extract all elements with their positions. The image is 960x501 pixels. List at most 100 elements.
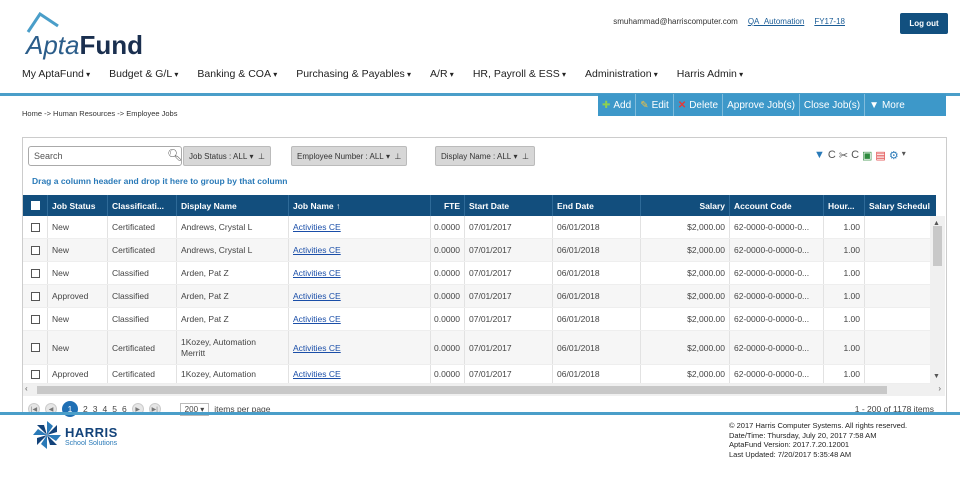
pencil-icon: ✎ (640, 99, 649, 111)
nav-harris-admin[interactable]: Harris Admin (677, 68, 743, 80)
approve-jobs-button[interactable]: Approve Job(s) (723, 94, 800, 116)
table-row[interactable]: Approved Certificated 1Kozey, Automation Ac… (23, 365, 936, 384)
excel-icon[interactable]: ▣ (862, 149, 872, 162)
aptafund-logo[interactable]: AptaFund (22, 12, 152, 60)
cell-hours: 1.00 (824, 216, 865, 238)
fiscal-year-link[interactable]: FY17-18 (814, 17, 845, 26)
col-fte[interactable]: FTE (431, 195, 465, 216)
col-hours[interactable]: Hour... (824, 195, 865, 216)
table-row[interactable]: New Classified Arden, Pat Z Activities CE 0.… (23, 308, 936, 331)
cell-end: 06/01/2018 (553, 308, 641, 330)
cell-salary: $2,000.00 (641, 308, 730, 330)
job-name-link[interactable]: Activities CE (293, 291, 341, 301)
datetime: Date/Time: Thursday, July 20, 2017 7:58 … (729, 430, 877, 440)
wrench-icon[interactable]: ✂ (839, 149, 848, 162)
cell-start: 07/01/2017 (465, 285, 553, 307)
nav-my-aptafund[interactable]: My AptaFund (22, 68, 90, 80)
more-button[interactable]: ▼ More (865, 94, 909, 116)
vertical-scrollbar[interactable]: ▲ ▼ (930, 216, 945, 384)
cell-name: Andrews, Crystal L (177, 216, 289, 238)
nav-budget-gl[interactable]: Budget & G/L (109, 68, 178, 80)
job-name-link[interactable]: Activities CE (293, 369, 341, 379)
filter-employee-number[interactable]: Employee Number : ALL ▾ ⊥ (291, 146, 408, 166)
cell-select (23, 216, 48, 238)
scroll-thumb[interactable] (933, 226, 942, 266)
cell-end: 06/01/2018 (553, 365, 641, 383)
user-info: smuhammad@harriscomputer.com QA_Automati… (613, 17, 845, 26)
row-checkbox[interactable] (30, 343, 40, 352)
cell-job: Activities CE (289, 239, 431, 261)
col-salary[interactable]: Salary (641, 195, 730, 216)
select-all-checkbox[interactable] (23, 195, 48, 216)
nav-hr-payroll[interactable]: HR, Payroll & ESS (473, 68, 566, 80)
pdf-icon[interactable]: ▤ (875, 149, 885, 162)
col-job-name[interactable]: Job Name ↑ (289, 195, 431, 216)
job-name-link[interactable]: Activities CE (293, 245, 341, 255)
row-checkbox[interactable] (30, 291, 40, 301)
cell-status: New (48, 216, 108, 238)
row-checkbox[interactable] (30, 314, 40, 324)
edit-button[interactable]: ✎ Edit (636, 94, 674, 116)
pin-icon[interactable]: ⊥ (258, 152, 265, 161)
reset-icon[interactable]: C (851, 149, 859, 162)
cell-salary-schedule (865, 331, 936, 364)
cell-status: Approved (48, 365, 108, 383)
job-name-link[interactable]: Activities CE (293, 222, 341, 232)
user-link[interactable]: QA_Automation (748, 17, 804, 26)
cell-acct: 62-0000-0-0000-0... (730, 308, 824, 330)
filter-display-name[interactable]: Display Name : ALL ▾ ⊥ (435, 146, 535, 166)
cell-status: New (48, 308, 108, 330)
search-input[interactable]: Search (28, 146, 182, 166)
cell-name: 1Kozey, Automation Merritt (177, 331, 289, 364)
display-name-cont: Merritt (181, 347, 206, 358)
col-account-code[interactable]: Account Code (730, 195, 824, 216)
pin-icon[interactable]: ⊥ (394, 152, 401, 161)
table-row[interactable]: Approved Classified Arden, Pat Z Activities… (23, 285, 936, 308)
close-jobs-button[interactable]: Close Job(s) (800, 94, 866, 116)
filter-job-status[interactable]: Job Status : ALL ▾ ⊥ (183, 146, 271, 166)
logout-button[interactable]: Log out (900, 13, 948, 34)
job-name-link[interactable]: Activities CE (293, 268, 341, 278)
delete-button[interactable]: ✕ Delete (674, 94, 724, 116)
horizontal-scroll-thumb[interactable] (37, 386, 887, 394)
cell-job: Activities CE (289, 331, 431, 364)
harris-subtitle: School Solutions (65, 440, 118, 447)
breadcrumb: Home -> Human Resources -> Employee Jobs (22, 109, 178, 118)
cell-select (23, 262, 48, 284)
job-name-link[interactable]: Activities CE (293, 314, 341, 324)
table-row[interactable]: New Certificated Andrews, Crystal L Activit… (23, 239, 936, 262)
col-job-status[interactable]: Job Status (48, 195, 108, 216)
cell-end: 06/01/2018 (553, 262, 641, 284)
row-checkbox[interactable] (30, 222, 40, 232)
table-row[interactable]: New Certificated 1Kozey, Automation Merritt… (23, 331, 936, 365)
search-icon[interactable]: 🔍︎ (167, 148, 182, 162)
action-toolbar: ✚ Add ✎ Edit ✕ Delete Approve Job(s) Close … (598, 94, 946, 116)
col-end-date[interactable]: End Date (553, 195, 641, 216)
col-display-name[interactable]: Display Name (177, 195, 289, 216)
add-button[interactable]: ✚ Add (598, 94, 637, 116)
col-salary-schedule[interactable]: Salary Schedul (865, 195, 936, 216)
nav-administration[interactable]: Administration (585, 68, 658, 80)
cell-hours: 1.00 (824, 285, 865, 307)
row-checkbox[interactable] (30, 268, 40, 278)
job-name-link[interactable]: Activities CE (293, 343, 341, 353)
scroll-left-icon[interactable]: ‹ (25, 384, 28, 393)
footer-divider (0, 412, 960, 415)
filter-icon[interactable]: ▼ (814, 149, 825, 162)
nav-banking-coa[interactable]: Banking & COA (197, 68, 277, 80)
scroll-down-icon[interactable]: ▼ (933, 373, 940, 380)
row-checkbox[interactable] (30, 369, 40, 379)
nav-ar[interactable]: A/R (430, 68, 454, 80)
cell-name: Arden, Pat Z (177, 285, 289, 307)
gear-icon[interactable]: ⚙ (889, 149, 899, 162)
table-row[interactable]: New Certificated Andrews, Crystal L Activit… (23, 216, 936, 239)
chevron-down-icon[interactable]: ▾ (902, 149, 906, 162)
nav-purchasing[interactable]: Purchasing & Payables (296, 68, 411, 80)
col-start-date[interactable]: Start Date (465, 195, 553, 216)
col-classification[interactable]: Classificati... (108, 195, 177, 216)
clear-filter-icon[interactable]: C (828, 149, 836, 162)
scroll-right-icon[interactable]: › (938, 384, 941, 393)
pin-icon[interactable]: ⊥ (522, 152, 529, 161)
row-checkbox[interactable] (30, 245, 40, 255)
table-row[interactable]: New Classified Arden, Pat Z Activities CE 0.… (23, 262, 936, 285)
